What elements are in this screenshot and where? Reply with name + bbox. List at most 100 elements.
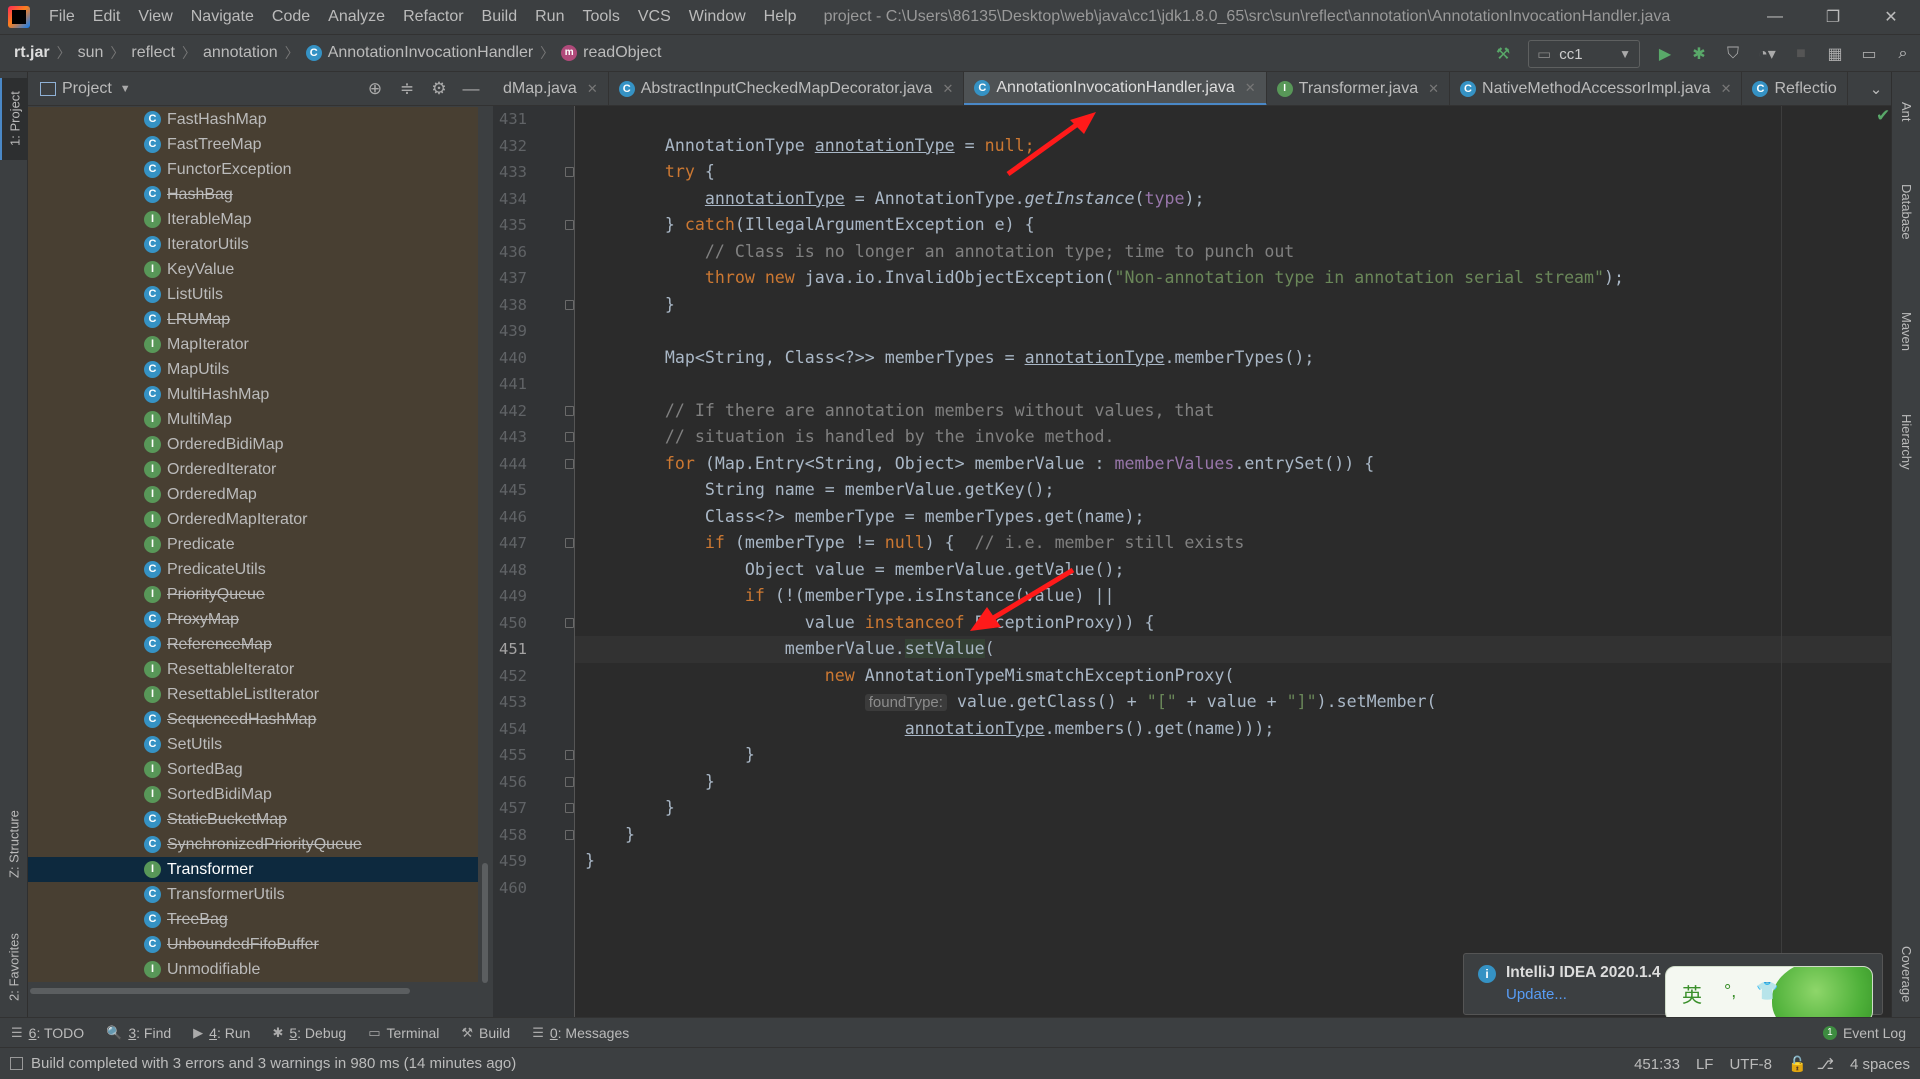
project-panel-title[interactable]: Project — [62, 80, 112, 98]
code-line[interactable]: annotationType.members().get(name))); — [575, 716, 1891, 743]
code-line[interactable]: new AnnotationTypeMismatchExceptionProxy… — [575, 663, 1891, 690]
code-line[interactable]: } — [575, 769, 1891, 796]
code-line[interactable]: Object value = memberValue.getValue(); — [575, 557, 1891, 584]
tool-windows-toggle-icon[interactable] — [10, 1057, 23, 1070]
tabs-dropdown-icon[interactable]: ⌄ — [1861, 72, 1891, 105]
menu-tools[interactable]: Tools — [573, 0, 628, 34]
line-separator[interactable]: LF — [1696, 1056, 1714, 1073]
editor-tab[interactable]: C NativeMethodAccessorImpl.java ✕ — [1450, 72, 1743, 105]
code-line[interactable]: } — [575, 742, 1891, 769]
breadcrumb-class[interactable]: C AnnotationInvocationHandler — [302, 44, 537, 62]
search-everywhere-icon[interactable]: ⌕ — [1888, 39, 1918, 69]
ant-tool-tab[interactable]: Ant — [1892, 82, 1920, 142]
close-tab-icon[interactable]: ✕ — [1245, 80, 1256, 96]
tree-item[interactable]: I ResettableListIterator — [28, 682, 478, 707]
code-line[interactable]: foundType: value.getClass() + "[" + valu… — [575, 689, 1891, 716]
fold-marker-icon[interactable] — [565, 803, 574, 813]
code-line[interactable] — [575, 106, 1891, 133]
inspection-ok-icon[interactable]: ✔ — [1876, 106, 1890, 126]
code-line[interactable]: if (!(memberType.isInstance(value) || — [575, 583, 1891, 610]
close-tab-icon[interactable]: ✕ — [1428, 81, 1439, 97]
editor-tab[interactable]: I Transformer.java ✕ — [1267, 72, 1451, 105]
tree-vertical-scrollbar[interactable] — [481, 107, 489, 985]
breadcrumb-reflect[interactable]: reflect — [127, 44, 179, 62]
ime-skin-icon[interactable]: 👕 — [1756, 981, 1778, 1002]
tree-item[interactable]: C StaticBucketMap — [28, 807, 478, 832]
bottom-tool-find[interactable]: 🔍 3: Find — [95, 1025, 182, 1041]
bottom-tool-todo[interactable]: ☰ 6: TODO — [0, 1025, 95, 1041]
code-line[interactable]: } — [575, 822, 1891, 849]
update-link[interactable]: Update... — [1506, 986, 1567, 1003]
minimize-button[interactable]: — — [1746, 0, 1804, 34]
menu-refactor[interactable]: Refactor — [394, 0, 472, 34]
tree-item[interactable]: C SetUtils — [28, 732, 478, 757]
close-button[interactable]: ✕ — [1862, 0, 1920, 34]
code-line[interactable]: // If there are annotation members witho… — [575, 398, 1891, 425]
fold-marker-icon[interactable] — [565, 750, 574, 760]
fold-marker-icon[interactable] — [565, 167, 574, 177]
maximize-button[interactable]: ❐ — [1804, 0, 1862, 34]
tree-item[interactable]: C FastHashMap — [28, 107, 478, 132]
breadcrumb-method[interactable]: m readObject — [557, 44, 665, 62]
fold-marker-icon[interactable] — [565, 432, 574, 442]
collapse-all-icon[interactable]: ≑ — [391, 79, 423, 99]
database-tool-tab[interactable]: Database — [1892, 152, 1920, 272]
breadcrumb-rt-jar[interactable]: rt.jar — [0, 44, 54, 62]
code-line[interactable]: if (memberType != null) { // i.e. member… — [575, 530, 1891, 557]
tree-item[interactable]: I ResettableIterator — [28, 657, 478, 682]
tree-item[interactable]: C FastTreeMap — [28, 132, 478, 157]
menu-vcs[interactable]: VCS — [629, 0, 680, 34]
code-line[interactable] — [575, 371, 1891, 398]
fold-marker-icon[interactable] — [565, 617, 574, 628]
tree-item[interactable]: C SequencedHashMap — [28, 707, 478, 732]
bottom-tool-messages[interactable]: ☰ 0: Messages — [521, 1025, 640, 1041]
code-line[interactable]: String name = memberValue.getKey(); — [575, 477, 1891, 504]
bottom-tool-build[interactable]: ⚒ Build — [450, 1025, 521, 1041]
tree-item[interactable]: C UnboundedFifoBuffer — [28, 932, 478, 957]
maven-tool-tab[interactable]: Maven — [1892, 287, 1920, 377]
breadcrumb-annotation[interactable]: annotation — [199, 44, 282, 62]
bottom-tool-run[interactable]: ▶ 4: Run — [182, 1025, 261, 1041]
status-message[interactable]: Build completed with 3 errors and 3 warn… — [31, 1055, 516, 1072]
tree-item[interactable]: C ListUtils — [28, 282, 478, 307]
close-tab-icon[interactable]: ✕ — [1721, 81, 1732, 97]
structure-tool-tab[interactable]: Z: Structure — [0, 784, 28, 904]
tree-horizontal-scrollbar[interactable] — [28, 985, 478, 997]
fold-marker-icon[interactable] — [565, 405, 574, 416]
tree-item[interactable]: I IterableMap — [28, 207, 478, 232]
tree-item[interactable]: C ProxyMap — [28, 607, 478, 632]
tree-item[interactable]: C IteratorUtils — [28, 232, 478, 257]
tree-item[interactable]: I SortedBidiMap — [28, 782, 478, 807]
tree-item[interactable]: I SortedBag — [28, 757, 478, 782]
menu-code[interactable]: Code — [263, 0, 319, 34]
caret-position[interactable]: 451:33 — [1634, 1056, 1680, 1073]
code-line[interactable]: throw new java.io.InvalidObjectException… — [575, 265, 1891, 292]
menu-build[interactable]: Build — [473, 0, 527, 34]
project-tool-tab[interactable]: 1: Project — [0, 78, 28, 160]
window-layout-icon[interactable]: ▭ — [1854, 39, 1884, 69]
code-line[interactable] — [575, 318, 1891, 345]
tree-item[interactable]: C ReferenceMap — [28, 632, 478, 657]
menu-navigate[interactable]: Navigate — [182, 0, 263, 34]
code-line[interactable]: for (Map.Entry<String, Object> memberVal… — [575, 451, 1891, 478]
breadcrumb-sun[interactable]: sun — [74, 44, 108, 62]
menu-file[interactable]: File — [40, 0, 84, 34]
menu-help[interactable]: Help — [755, 0, 806, 34]
code-line[interactable] — [575, 875, 1891, 902]
menu-window[interactable]: Window — [680, 0, 755, 34]
project-structure-icon[interactable]: ▦ — [1820, 39, 1850, 69]
coverage-tool-tab[interactable]: Coverage — [1892, 934, 1920, 1014]
code-line[interactable]: Class<?> memberType = memberTypes.get(na… — [575, 504, 1891, 531]
code-line[interactable]: } catch(IllegalArgumentException e) { — [575, 212, 1891, 239]
code-line[interactable]: } — [575, 848, 1891, 875]
tree-item[interactable]: I KeyValue — [28, 257, 478, 282]
git-icon[interactable]: ⎇ — [1817, 1055, 1834, 1073]
code-line[interactable]: memberValue.setValue( — [575, 636, 1891, 663]
tree-item[interactable]: C LRUMap — [28, 307, 478, 332]
favorites-tool-tab[interactable]: 2: Favorites — [0, 917, 28, 1017]
tree-item[interactable]: I Unmodifiable — [28, 957, 478, 982]
tree-item[interactable]: C TransformerUtils — [28, 882, 478, 907]
bottom-tool-terminal[interactable]: ▭ Terminal — [357, 1025, 450, 1041]
fold-marker-icon[interactable] — [565, 220, 574, 230]
ime-language-indicator[interactable]: 英 — [1682, 979, 1702, 1008]
